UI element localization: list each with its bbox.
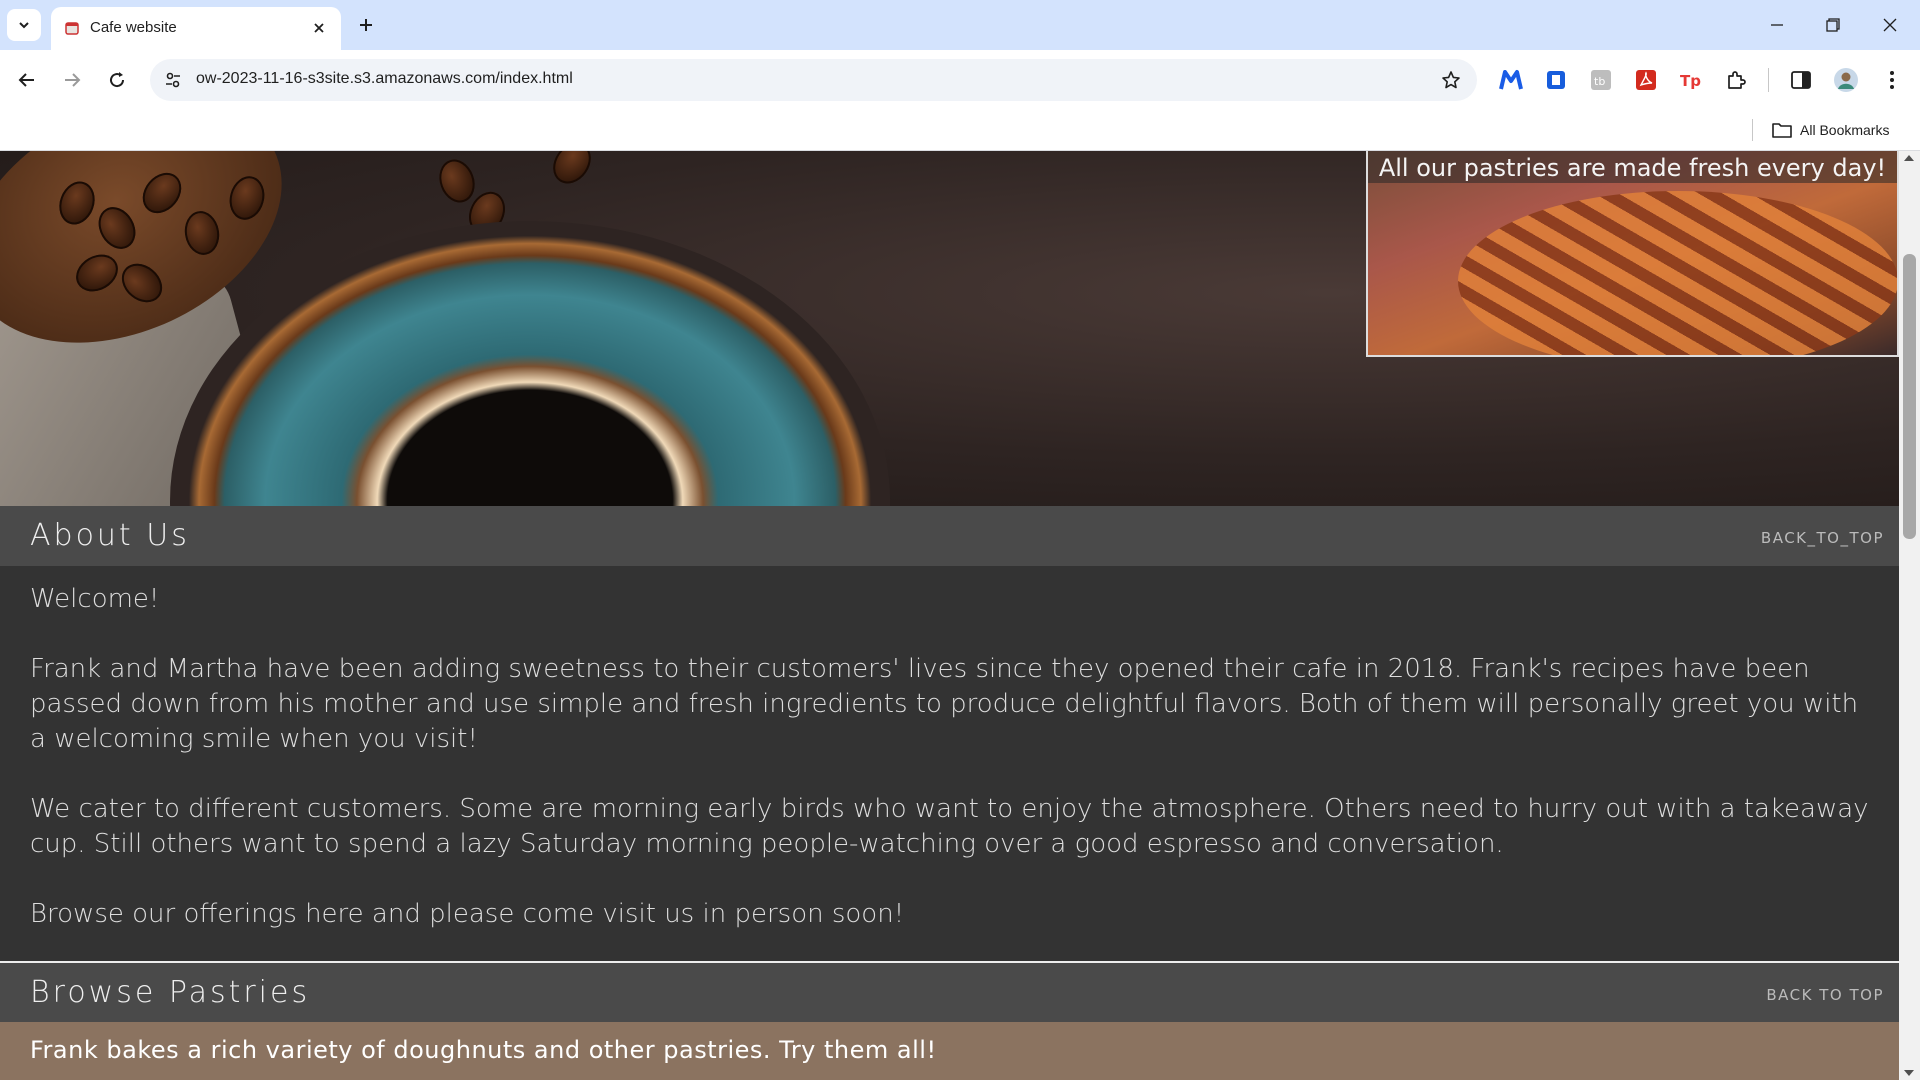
avatar-icon xyxy=(1834,68,1858,92)
url-text[interactable]: ow-2023-11-16-s3site.s3.amazonaws.com/in… xyxy=(196,70,573,88)
pastries-section-title: Browse Pastries xyxy=(30,975,311,1010)
hero-image: All our pastries are made fresh every da… xyxy=(0,151,1899,506)
tb-icon: tb xyxy=(1591,70,1611,90)
forward-button[interactable] xyxy=(55,63,89,97)
reload-button[interactable] xyxy=(100,63,134,97)
tab-cafe-website[interactable]: Cafe website xyxy=(51,7,341,50)
about-paragraph: Browse our offerings here and please com… xyxy=(30,899,905,929)
back-button[interactable] xyxy=(10,63,44,97)
browser-toolbar: ow-2023-11-16-s3site.s3.amazonaws.com/in… xyxy=(0,50,1920,110)
pastries-back-to-top-link[interactable]: BACK TO TOP xyxy=(1766,986,1884,1004)
extension-m-button[interactable] xyxy=(1497,66,1525,94)
all-bookmarks-label: All Bookmarks xyxy=(1800,122,1890,138)
extension-bitwarden-button[interactable] xyxy=(1542,66,1570,94)
profile-avatar-button[interactable] xyxy=(1832,66,1860,94)
page-viewport: All our pastries are made fresh every da… xyxy=(0,151,1899,1080)
extensions-menu-button[interactable] xyxy=(1722,66,1750,94)
shield-icon xyxy=(1547,71,1565,89)
extension-tb-button[interactable]: tb xyxy=(1587,66,1615,94)
bookmarks-separator xyxy=(1752,119,1753,141)
close-tab-button[interactable] xyxy=(307,16,331,40)
close-icon xyxy=(314,23,324,33)
svg-text:tb: tb xyxy=(1594,75,1605,88)
pastry-showcase-card: All our pastries are made fresh every da… xyxy=(1366,151,1899,357)
address-bar[interactable]: ow-2023-11-16-s3site.s3.amazonaws.com/in… xyxy=(150,59,1477,101)
pdf-icon xyxy=(1636,70,1656,90)
pastries-intro-banner: Frank bakes a rich variety of doughnuts … xyxy=(0,1022,1899,1080)
bookmark-star-button[interactable] xyxy=(1439,68,1463,92)
new-tab-button[interactable] xyxy=(350,9,382,41)
tp-icon: Tp xyxy=(1680,72,1701,90)
restore-button[interactable] xyxy=(1813,7,1853,43)
toolbar-separator xyxy=(1768,68,1769,92)
extension-tp-button[interactable]: Tp xyxy=(1677,66,1705,94)
coffee-bean-graphic xyxy=(545,151,599,191)
restore-icon xyxy=(1826,18,1840,32)
coffee-cup-favicon-icon xyxy=(65,22,79,35)
malwarebytes-icon xyxy=(1499,70,1523,90)
side-panel-button[interactable] xyxy=(1787,66,1815,94)
folder-icon xyxy=(1772,123,1792,138)
tab-title: Cafe website xyxy=(90,19,177,36)
star-icon xyxy=(1442,71,1460,89)
coffee-bean-graphic xyxy=(433,154,481,208)
pie-lattice-graphic xyxy=(1458,191,1897,355)
svg-text:Tp: Tp xyxy=(1680,72,1701,90)
about-paragraph: Welcome! xyxy=(30,584,160,614)
scroll-down-arrow-icon[interactable] xyxy=(1904,1070,1914,1076)
chevron-down-icon xyxy=(19,22,29,29)
minimize-icon xyxy=(1771,24,1783,26)
minimize-button[interactable] xyxy=(1757,7,1797,43)
about-section-body: Welcome! Frank and Martha have been addi… xyxy=(0,566,1899,944)
plus-icon xyxy=(360,19,372,31)
tab-search-button[interactable] xyxy=(7,9,41,41)
close-icon xyxy=(1883,18,1897,32)
bookmarks-bar: All Bookmarks xyxy=(0,110,1920,151)
site-info-button[interactable] xyxy=(160,67,186,93)
scrollbar-thumb[interactable] xyxy=(1903,254,1916,539)
arrow-right-icon xyxy=(65,73,81,87)
tune-icon xyxy=(166,72,180,88)
about-back-to-top-link[interactable]: BACK_TO_TOP xyxy=(1761,529,1884,547)
tab-strip: Cafe website xyxy=(0,0,1920,50)
all-bookmarks-button[interactable]: All Bookmarks xyxy=(1772,116,1889,144)
about-paragraph: We cater to different customers. Some ar… xyxy=(30,794,1869,859)
side-panel-icon xyxy=(1791,71,1811,89)
page-scrollbar[interactable] xyxy=(1899,151,1920,1080)
puzzle-icon xyxy=(1728,71,1746,89)
about-paragraph: Frank and Martha have been adding sweetn… xyxy=(30,654,1859,754)
kebab-menu-icon xyxy=(1890,71,1894,89)
pastries-intro-text: Frank bakes a rich variety of doughnuts … xyxy=(30,1036,937,1064)
close-window-button[interactable] xyxy=(1870,7,1910,43)
extension-pdf-button[interactable] xyxy=(1632,66,1660,94)
scroll-up-arrow-icon[interactable] xyxy=(1904,155,1914,161)
browser-menu-button[interactable] xyxy=(1878,66,1906,94)
about-section-header: About Us BACK_TO_TOP xyxy=(0,506,1899,566)
reload-icon xyxy=(110,72,125,88)
about-section-title: About Us xyxy=(30,518,190,553)
arrow-left-icon xyxy=(18,73,34,87)
hero-coffee-cup-graphic xyxy=(170,221,890,506)
pastries-section-header: Browse Pastries BACK TO TOP xyxy=(0,963,1899,1022)
pastry-caption: All our pastries are made fresh every da… xyxy=(1378,154,1887,182)
